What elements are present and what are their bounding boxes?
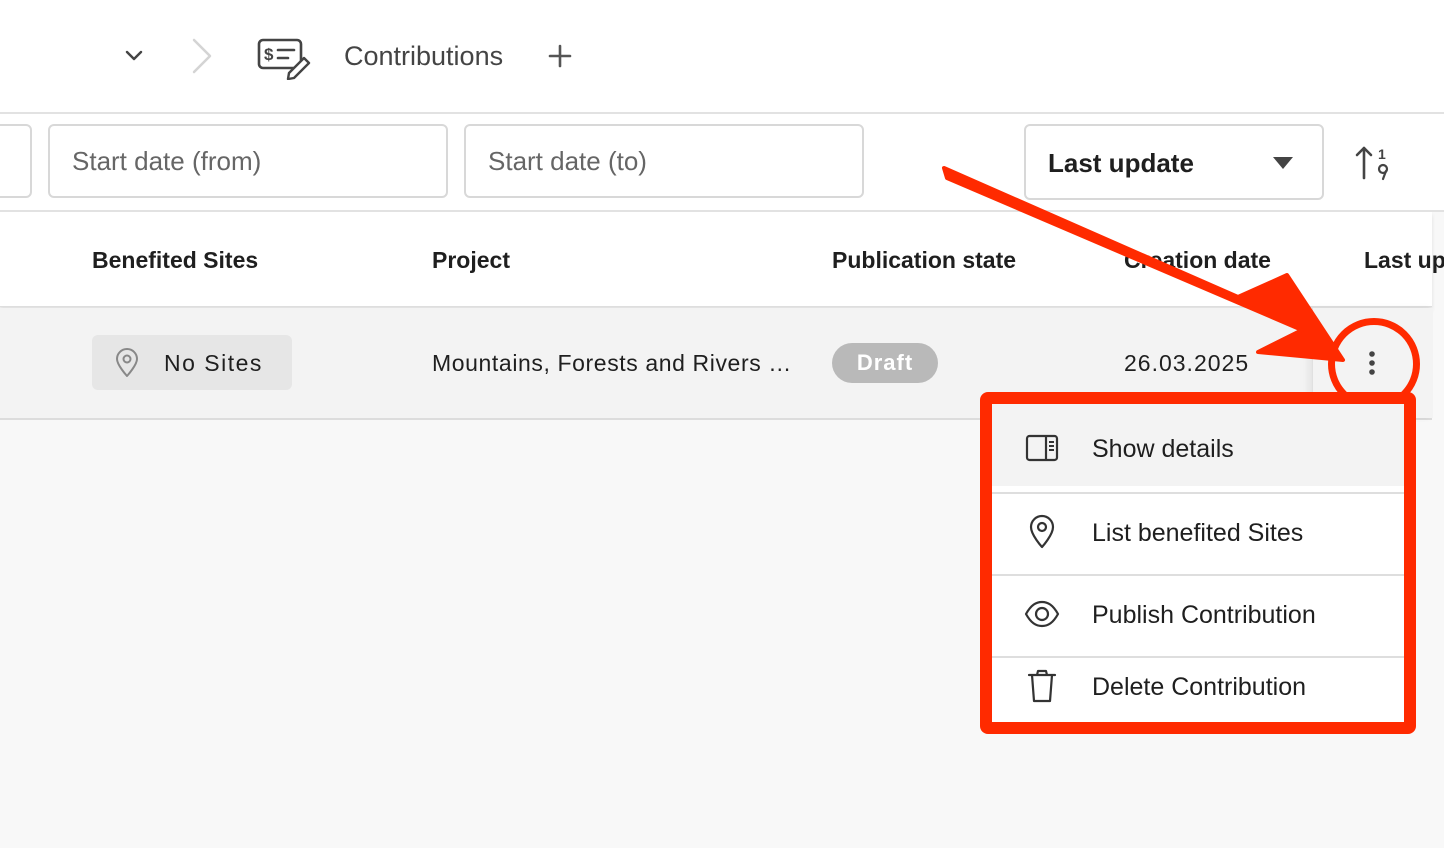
row-context-menu: Show details List benefited Sites Publis… — [980, 392, 1416, 734]
trash-icon — [1027, 669, 1057, 703]
column-header-project[interactable]: Project — [432, 246, 510, 274]
chevron-down-icon[interactable] — [122, 44, 146, 68]
creation-date-cell: 26.03.2025 — [1124, 350, 1250, 376]
menu-item-publish-contribution[interactable]: Publish Contribution — [992, 574, 1404, 654]
menu-item-label: Delete Contribution — [1092, 673, 1307, 701]
page-title: Contributions — [344, 41, 504, 71]
benefited-sites-chip[interactable]: No Sites — [92, 335, 292, 390]
status-badge: Draft — [832, 343, 938, 383]
map-pin-icon — [1029, 514, 1055, 549]
column-header-last-update[interactable]: Last update — [1364, 246, 1444, 274]
svg-text:$: $ — [264, 45, 274, 64]
project-cell: Mountains, Forests and Rivers Restoratio… — [432, 350, 802, 376]
menu-item-list-benefited-sites[interactable]: List benefited Sites — [992, 492, 1404, 572]
sort-by-value: Last update — [1048, 148, 1194, 178]
column-header-creation-date[interactable]: Creation date — [1124, 246, 1271, 274]
caret-down-icon — [1273, 157, 1293, 169]
start-date-from-field[interactable] — [48, 124, 448, 198]
start-date-to-field[interactable] — [464, 124, 864, 198]
menu-item-label: Publish Contribution — [1092, 601, 1316, 629]
menu-item-label: Show details — [1092, 435, 1234, 463]
table-header: Benefited Sites Project Publication stat… — [0, 212, 1444, 307]
eye-icon — [1024, 600, 1060, 628]
column-header-publication-state[interactable]: Publication state — [832, 246, 1016, 274]
column-header-benefited-sites[interactable]: Benefited Sites — [92, 246, 258, 274]
sort-ascending-numeric-icon[interactable]: 1 — [1354, 144, 1396, 182]
filter-field-truncated[interactable] — [0, 124, 32, 198]
svg-text:1: 1 — [1378, 146, 1386, 162]
context-menu-list: Show details List benefited Sites Publis… — [992, 404, 1404, 722]
start-date-to-input[interactable] — [488, 126, 828, 196]
menu-item-show-details[interactable]: Show details — [992, 404, 1404, 486]
app-root: $ Contributions Last update 1 — [0, 0, 1444, 848]
map-pin-icon — [116, 348, 138, 377]
filter-bar: Last update 1 — [0, 114, 1444, 212]
menu-item-label: List benefited Sites — [1092, 519, 1304, 547]
side-panel-icon — [1025, 434, 1059, 462]
benefited-sites-label: No Sites — [164, 350, 263, 376]
start-date-from-input[interactable] — [72, 126, 412, 196]
plus-icon[interactable] — [546, 42, 574, 70]
breadcrumb: $ Contributions — [0, 0, 1444, 114]
menu-item-delete-contribution[interactable]: Delete Contribution — [992, 656, 1404, 722]
chevron-right-icon — [192, 38, 212, 74]
contribution-money-edit-icon: $ — [257, 38, 311, 80]
sort-by-select[interactable]: Last update — [1024, 124, 1324, 200]
